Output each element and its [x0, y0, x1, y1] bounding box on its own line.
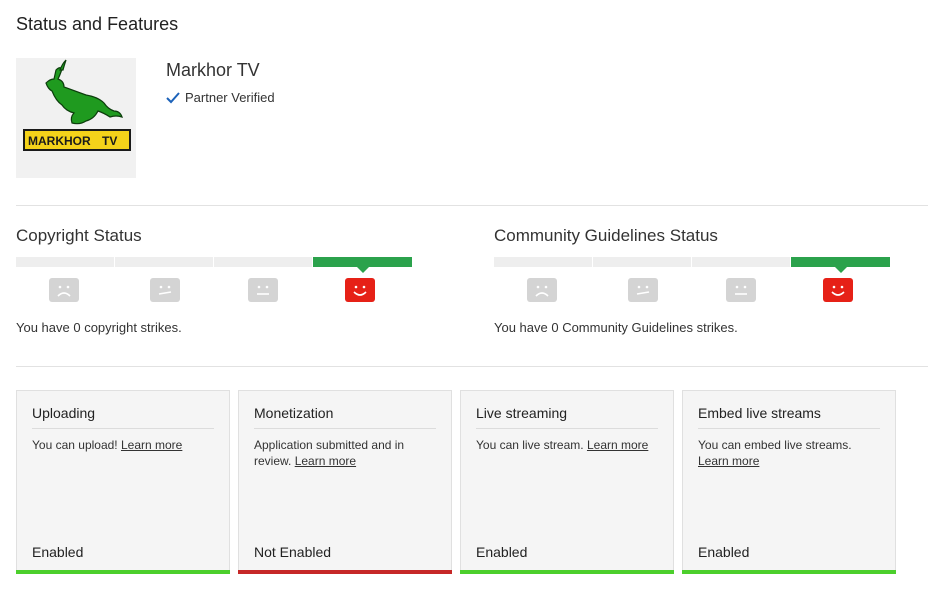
- strike-segment: [16, 257, 114, 267]
- neutral-face-icon: [150, 278, 180, 302]
- community-status: Community Guidelines Status You have 0 C…: [494, 226, 894, 335]
- feature-state: Not Enabled: [254, 544, 332, 560]
- happy-face-icon: [345, 278, 375, 302]
- partner-verified: Partner Verified: [166, 90, 275, 105]
- feature-title: Embed live streams: [698, 405, 821, 421]
- meter-pointer: [357, 267, 369, 273]
- learn-more-link[interactable]: Learn more: [121, 438, 182, 452]
- feature-desc-text: You can embed live streams.: [698, 438, 852, 452]
- copyright-status: Copyright Status You have 0 copyright st…: [16, 226, 416, 335]
- happy-face-icon: [823, 278, 853, 302]
- community-summary: You have 0 Community Guidelines strikes.: [494, 320, 738, 335]
- card-divider: [476, 428, 658, 429]
- neutral-face-icon: [726, 278, 756, 302]
- learn-more-link[interactable]: Learn more: [295, 454, 356, 468]
- divider: [16, 366, 928, 367]
- strike-segment-active: [313, 257, 412, 267]
- feature-title: Live streaming: [476, 405, 568, 421]
- copyright-status-title: Copyright Status: [16, 226, 142, 245]
- strike-segment: [115, 257, 213, 267]
- feature-state: Enabled: [698, 544, 750, 560]
- feature-status-bar: [238, 570, 452, 574]
- channel-name: Markhor TV: [166, 60, 260, 80]
- card-divider: [698, 428, 880, 429]
- meter-pointer: [835, 267, 847, 273]
- feature-card-uploading: Uploading You can upload! Learn more Ena…: [16, 390, 230, 574]
- strike-segment-active: [791, 257, 890, 267]
- learn-more-link[interactable]: Learn more: [587, 438, 648, 452]
- svg-text:MARKHOR: MARKHOR: [28, 134, 91, 148]
- feature-description: You can live stream. Learn more: [476, 437, 661, 453]
- strike-segment: [494, 257, 592, 267]
- feature-status-bar: [682, 570, 896, 574]
- feature-state: Enabled: [476, 544, 528, 560]
- feature-description: You can embed live streams. Learn more: [698, 437, 883, 469]
- feature-card-embed-live-streams: Embed live streams You can embed live st…: [682, 390, 896, 574]
- feature-desc-text: You can upload!: [32, 438, 118, 452]
- verified-label: Partner Verified: [185, 90, 275, 105]
- feature-status-bar: [16, 570, 230, 574]
- neutral-face-icon: [248, 278, 278, 302]
- feature-description: Application submitted and in review. Lea…: [254, 437, 439, 469]
- strike-segment: [593, 257, 691, 267]
- community-strike-meter: [494, 257, 890, 273]
- strike-segment: [692, 257, 790, 267]
- feature-title: Monetization: [254, 405, 334, 421]
- checkmark-icon: [166, 91, 180, 103]
- feature-card-live-streaming: Live streaming You can live stream. Lear…: [460, 390, 674, 574]
- card-divider: [254, 428, 436, 429]
- channel-avatar: MARKHOR TV: [16, 58, 136, 178]
- learn-more-link[interactable]: Learn more: [698, 454, 759, 468]
- neutral-face-icon: [628, 278, 658, 302]
- strike-segment: [214, 257, 312, 267]
- copyright-strike-meter: [16, 257, 412, 273]
- svg-text:TV: TV: [102, 134, 117, 148]
- sad-face-icon: [527, 278, 557, 302]
- copyright-summary: You have 0 copyright strikes.: [16, 320, 182, 335]
- feature-title: Uploading: [32, 405, 96, 421]
- feature-desc-text: You can live stream.: [476, 438, 584, 452]
- feature-status-bar: [460, 570, 674, 574]
- feature-description: You can upload! Learn more: [32, 437, 217, 453]
- page-title: Status and Features: [16, 14, 179, 34]
- community-status-title: Community Guidelines Status: [494, 226, 718, 245]
- sad-face-icon: [49, 278, 79, 302]
- divider: [16, 205, 928, 206]
- feature-state: Enabled: [32, 544, 84, 560]
- markhor-logo-icon: MARKHOR TV: [23, 59, 131, 151]
- feature-card-monetization: Monetization Application submitted and i…: [238, 390, 452, 574]
- card-divider: [32, 428, 214, 429]
